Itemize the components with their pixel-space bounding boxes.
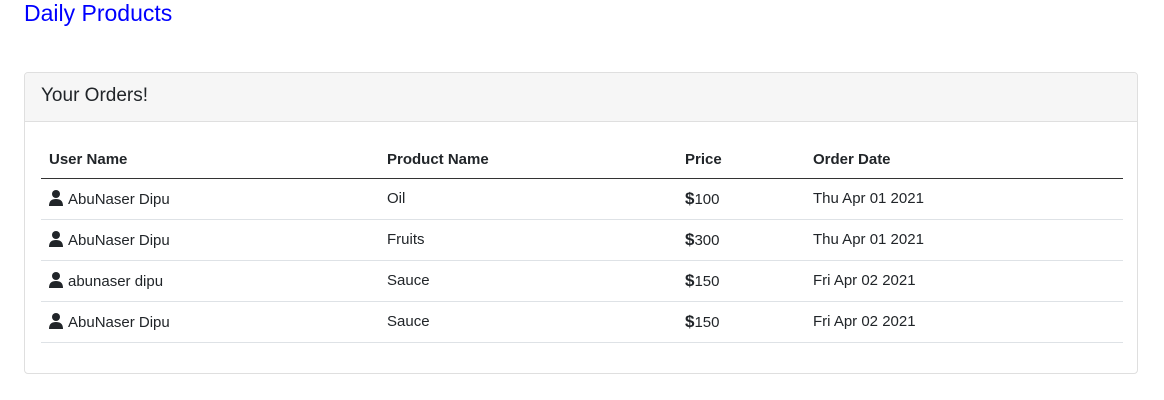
column-header-price: Price xyxy=(677,138,805,179)
user-icon xyxy=(49,312,63,329)
orders-card: Your Orders! User Name Product Name Pric… xyxy=(24,72,1138,374)
cell-product: Fruits xyxy=(379,219,677,261)
user-name: abunaser dipu xyxy=(68,272,164,290)
card-body: User Name Product Name Price Order Date … xyxy=(25,122,1137,343)
table-row: abunaser dipu Sauce $150 Fri Apr 02 2021 xyxy=(41,260,1123,302)
cell-order-date: Thu Apr 01 2021 xyxy=(805,178,1123,220)
cell-order-date: Fri Apr 02 2021 xyxy=(805,260,1123,302)
card-header: Your Orders! xyxy=(25,73,1137,122)
price-value: 150 xyxy=(694,313,720,331)
cell-price: $150 xyxy=(677,301,805,343)
cell-user: AbuNaser Dipu xyxy=(41,219,379,261)
user-icon xyxy=(49,271,63,288)
column-header-user-name: User Name xyxy=(41,138,379,179)
cell-product: Sauce xyxy=(379,301,677,343)
user-name: AbuNaser Dipu xyxy=(68,190,170,208)
cell-product: Oil xyxy=(379,178,677,220)
user-icon xyxy=(49,189,63,206)
cell-price: $300 xyxy=(677,219,805,261)
table-row: AbuNaser Dipu Oil $100 Thu Apr 01 2021 xyxy=(41,178,1123,220)
column-header-order-date: Order Date xyxy=(805,138,1123,179)
table-header-row: User Name Product Name Price Order Date xyxy=(41,138,1123,179)
cell-user: AbuNaser Dipu xyxy=(41,301,379,343)
cell-user: AbuNaser Dipu xyxy=(41,178,379,220)
page-title[interactable]: Daily Products xyxy=(24,0,172,26)
user-icon xyxy=(49,230,63,247)
cell-order-date: Thu Apr 01 2021 xyxy=(805,219,1123,261)
column-header-product-name: Product Name xyxy=(379,138,677,179)
user-name: AbuNaser Dipu xyxy=(68,313,170,331)
table-row: AbuNaser Dipu Fruits $300 Thu Apr 01 202… xyxy=(41,219,1123,261)
table-row: AbuNaser Dipu Sauce $150 Fri Apr 02 2021 xyxy=(41,301,1123,343)
user-name: AbuNaser Dipu xyxy=(68,231,170,249)
orders-table: User Name Product Name Price Order Date … xyxy=(41,138,1123,343)
price-value: 300 xyxy=(694,231,720,249)
price-value: 100 xyxy=(694,190,720,208)
cell-price: $100 xyxy=(677,178,805,220)
price-value: 150 xyxy=(694,272,720,290)
cell-order-date: Fri Apr 02 2021 xyxy=(805,301,1123,343)
cell-price: $150 xyxy=(677,260,805,302)
cell-user: abunaser dipu xyxy=(41,260,379,302)
cell-product: Sauce xyxy=(379,260,677,302)
